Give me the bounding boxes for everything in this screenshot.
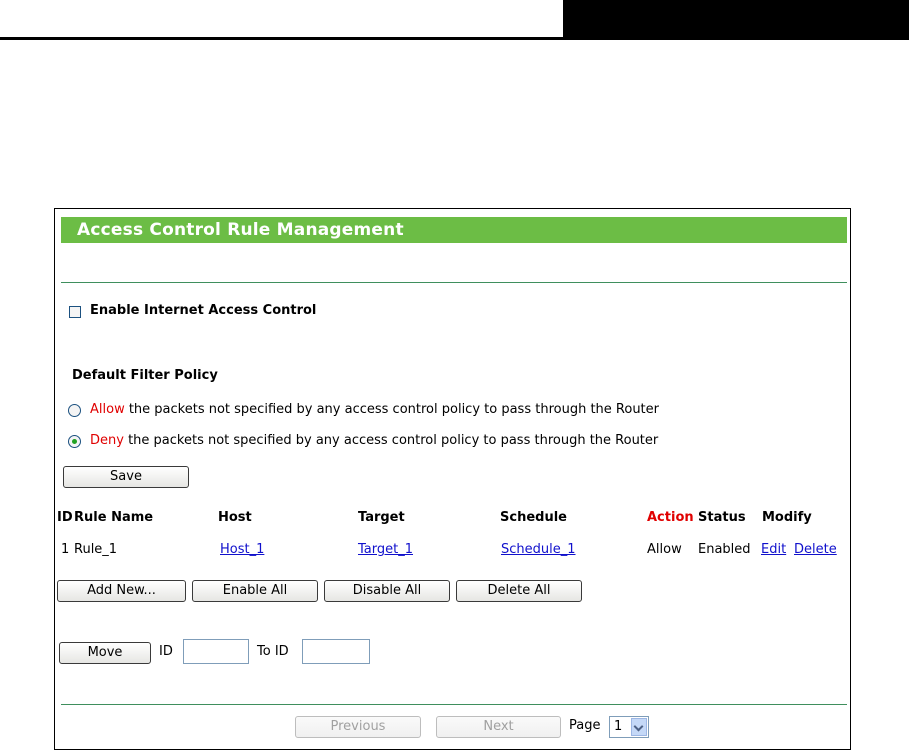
deny-keyword: Deny — [90, 433, 124, 448]
header-status: Status — [698, 510, 746, 525]
enable-access-control-label: Enable Internet Access Control — [90, 303, 317, 318]
deny-policy-radio[interactable] — [68, 435, 81, 448]
allow-policy-radio[interactable] — [68, 404, 81, 417]
header-host: Host — [218, 510, 252, 525]
page-select-value: 1 — [614, 719, 623, 734]
move-to-id-label: To ID — [257, 644, 289, 659]
document-header-box — [563, 0, 909, 37]
enable-all-button[interactable]: Enable All — [192, 580, 318, 602]
move-to-id-input[interactable] — [302, 639, 370, 664]
header-target: Target — [358, 510, 405, 525]
allow-policy-text: the packets not specified by any access … — [124, 402, 659, 417]
deny-policy-text: the packets not specified by any access … — [123, 433, 659, 448]
header-action: Action — [647, 510, 694, 525]
row-target-link[interactable]: Target_1 — [358, 542, 413, 557]
allow-policy-label: Allow the packets not specified by any a… — [90, 402, 659, 417]
page-select[interactable]: 1 — [609, 716, 649, 738]
document-header-rule — [0, 37, 909, 40]
add-new-button[interactable]: Add New... — [57, 580, 186, 602]
row-rule-name: Rule_1 — [74, 542, 118, 557]
next-button[interactable]: Next — [436, 716, 561, 738]
header-schedule: Schedule — [500, 510, 567, 525]
row-action: Allow — [647, 542, 682, 557]
chevron-down-icon[interactable] — [631, 718, 647, 736]
panel-title-bar: Access Control Rule Management — [61, 217, 847, 243]
row-status: Enabled — [698, 542, 751, 557]
bottom-divider — [61, 704, 847, 705]
panel-title: Access Control Rule Management — [77, 220, 404, 240]
disable-all-button[interactable]: Disable All — [324, 580, 450, 602]
delete-all-button[interactable]: Delete All — [456, 580, 582, 602]
move-id-label: ID — [159, 644, 173, 659]
row-delete-link[interactable]: Delete — [794, 542, 837, 557]
row-schedule-link[interactable]: Schedule_1 — [501, 542, 576, 557]
allow-keyword: Allow — [90, 402, 125, 417]
default-filter-policy-heading: Default Filter Policy — [72, 368, 218, 383]
save-button[interactable]: Save — [63, 466, 189, 488]
move-button[interactable]: Move — [59, 642, 151, 664]
access-control-panel: Access Control Rule Management Enable In… — [54, 208, 851, 750]
top-divider — [61, 282, 847, 283]
move-id-input[interactable] — [183, 639, 249, 664]
row-edit-link[interactable]: Edit — [761, 542, 786, 557]
header-id: ID — [57, 510, 73, 525]
header-modify: Modify — [762, 510, 812, 525]
deny-policy-label: Deny the packets not specified by any ac… — [90, 433, 658, 448]
previous-button[interactable]: Previous — [295, 716, 421, 738]
header-rule-name: Rule Name — [74, 510, 154, 525]
page-label: Page — [569, 718, 601, 733]
row-host-link[interactable]: Host_1 — [220, 542, 264, 557]
row-id: 1 — [61, 542, 70, 557]
enable-access-control-checkbox[interactable] — [69, 306, 81, 318]
